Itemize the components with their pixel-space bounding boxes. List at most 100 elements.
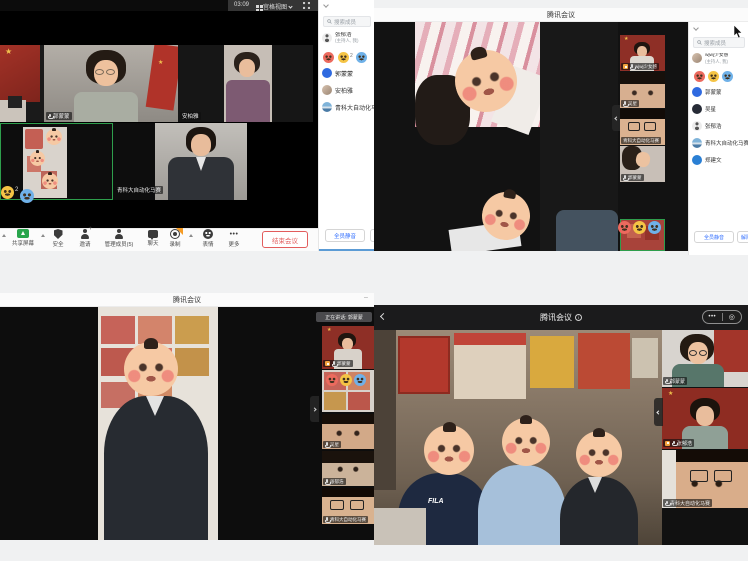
mute-all-button[interactable]: 全员静音	[694, 231, 734, 243]
cursor-pointer	[733, 25, 743, 39]
poster	[398, 336, 450, 394]
record-button[interactable]: 录制	[163, 229, 187, 248]
participant-row[interactable]: 郑建文	[692, 155, 748, 165]
person-hair	[676, 450, 748, 462]
clothing	[556, 210, 618, 251]
glasses	[714, 470, 732, 482]
invite-button[interactable]: + 邀请	[72, 229, 98, 248]
collapse-thumbnails-button[interactable]	[310, 396, 319, 422]
mic-icon	[665, 379, 668, 384]
security-button[interactable]: 安全	[46, 229, 70, 248]
invite-icon: +	[80, 229, 90, 239]
thumbnail[interactable]: 吴星	[322, 414, 374, 449]
participant-row[interactable]: 张郁浩	[692, 121, 748, 131]
tl-participant-panel: 搜索成员 张郁浩 (主持人, 我) 2 郭蒙蒙 安柏雅	[318, 0, 374, 251]
host-badge-icon	[665, 441, 670, 446]
tr-video-area: ★ wjwj少女感 吴星	[374, 22, 688, 251]
person-body	[104, 396, 208, 540]
reaction-emoji-blue	[356, 52, 367, 63]
thumbnail[interactable]: ★ 张郁浩	[662, 388, 748, 449]
close-circle-icon[interactable]: ◎	[723, 314, 742, 321]
participant-row[interactable]: 青科大自动化马赛	[692, 138, 748, 148]
avatar	[322, 68, 332, 78]
cartoon-face-sticker	[46, 129, 62, 145]
participant-row[interactable]: 郭蒙蒙	[322, 68, 374, 78]
info-icon[interactable]: i	[575, 314, 582, 321]
thumbnail[interactable]: ★ 郭蒙蒙	[322, 326, 374, 369]
chevron-down-icon[interactable]	[323, 2, 329, 8]
miniprogram-pill: ••• ◎	[702, 310, 742, 324]
caret-up-icon[interactable]	[41, 234, 45, 237]
reaction-emoji-red	[323, 52, 334, 63]
red-flag	[146, 45, 178, 111]
more-dots-icon[interactable]: •••	[703, 314, 722, 320]
tr-participant-panel: 搜索成员 wjwj少女感 (主持人, 我) 郭蒙蒙 吴星	[688, 22, 748, 255]
reaction-emoji-blue	[354, 374, 366, 386]
reaction-emoji-yellow	[633, 221, 646, 234]
share-screen-button[interactable]: 共享屏幕	[6, 229, 40, 247]
host-badge-icon	[325, 361, 330, 366]
shield-icon	[54, 229, 63, 239]
participant-row-host[interactable]: 张郁浩 (主持人, 我)	[322, 32, 374, 43]
grid-view-button[interactable]: 宫格视图	[256, 2, 292, 11]
window-title: 腾讯会议	[540, 312, 572, 323]
minimize-button[interactable]: –	[364, 294, 368, 301]
expand-icon[interactable]	[303, 2, 310, 9]
member-search-input[interactable]: 搜索成员	[323, 16, 371, 27]
thumbnail-name-label: 张郁浩	[663, 439, 694, 447]
glasses	[699, 350, 707, 356]
thumbnail[interactable]: ★ wjwj少女感	[620, 35, 665, 71]
caret-up-icon[interactable]	[189, 234, 193, 237]
collapse-thumbnails-button[interactable]	[612, 105, 620, 131]
thumbnail[interactable]: 郭蒙蒙	[620, 146, 665, 182]
participant-row[interactable]: 吴星	[692, 104, 748, 114]
glasses	[689, 350, 697, 356]
avatar	[692, 87, 702, 97]
members-icon	[114, 229, 124, 239]
poster-header	[454, 333, 526, 345]
person-body	[226, 80, 270, 122]
reaction-count: 2	[15, 187, 18, 193]
unmute-all-button[interactable]: 解除静音	[737, 231, 748, 243]
participant-row[interactable]: 郭蒙蒙	[692, 87, 748, 97]
manage-members-button[interactable]: 管理成员(5)	[98, 229, 140, 248]
thumbnail[interactable]: 青科大自动化马赛	[662, 450, 748, 508]
thumbnail[interactable]: 青科大自动化马赛	[620, 109, 665, 145]
mute-all-button[interactable]: 全员静音	[325, 229, 365, 242]
chevron-down-icon[interactable]	[693, 25, 699, 31]
flag-star-icon: ★	[327, 327, 331, 333]
thumbnail[interactable]: 张郁浩	[322, 451, 374, 486]
person-hair	[322, 488, 374, 497]
thumbnail[interactable]: 郭蒙蒙	[662, 330, 748, 387]
glasses	[330, 500, 344, 510]
thumbnail[interactable]: 吴星	[620, 72, 665, 108]
person-hair	[620, 72, 665, 84]
participant-row[interactable]: 青科大自动化马赛	[322, 102, 374, 112]
thumbnail-name-label: 吴星	[323, 441, 341, 448]
reaction-count: 2	[350, 53, 353, 59]
thumbnail[interactable]: 青科大自动化马赛	[322, 488, 374, 524]
video-tile[interactable]: ★	[0, 45, 44, 122]
participant-row-host[interactable]: wjwj少女感 (主持人, 我)	[692, 53, 748, 64]
more-button[interactable]: 更多	[222, 229, 246, 248]
poster	[324, 392, 346, 410]
video-tile[interactable]	[178, 45, 313, 122]
chat-button[interactable]: 聊天	[141, 229, 165, 247]
participant-row[interactable]: 安柏雅	[322, 85, 374, 95]
chevron-down-icon	[288, 4, 292, 8]
collapse-thumbnails-button[interactable]	[654, 398, 663, 426]
poster	[632, 338, 658, 378]
reaction-emoji-red	[618, 221, 631, 234]
end-meeting-button[interactable]: 结束会议	[262, 231, 308, 248]
tl-video-area: ★ ★ 郭蒙蒙	[0, 11, 318, 228]
avatar	[322, 85, 332, 95]
poster	[348, 392, 370, 410]
avatar	[322, 33, 332, 43]
flag-star-icon: ★	[5, 47, 12, 56]
emoji-button[interactable]: 表情	[196, 229, 220, 248]
bl-titlebar: 腾讯会议	[0, 293, 374, 307]
thumbnail-name-label: 青科大自动化马赛	[323, 516, 368, 523]
avatar	[692, 104, 702, 114]
video-tile[interactable]: ★	[44, 45, 178, 122]
thumbnail-name-label: 青科大自动化马赛	[621, 137, 661, 144]
